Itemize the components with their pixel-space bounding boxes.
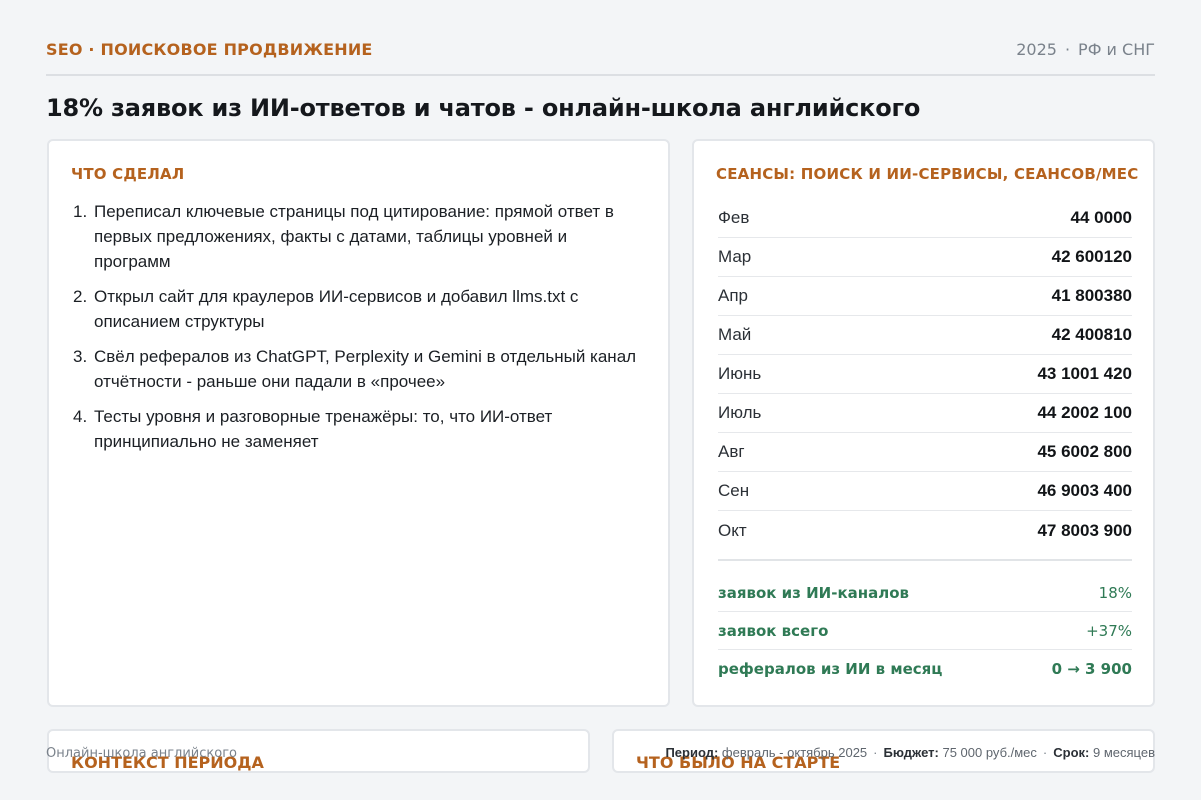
category-kicker: SEO · ПОИСКОВОЕ ПРОДВИЖЕНИЕ <box>46 40 373 59</box>
budget-label: Бюджет: <box>883 745 939 760</box>
kpi-value: +37% <box>1086 621 1132 640</box>
term-label: Срок: <box>1053 745 1090 760</box>
sessions-value: 42 600120 <box>1051 247 1132 266</box>
kpi-row: рефералов из ИИ в месяц 0 → 3 900 <box>718 650 1132 688</box>
step-text: Открыл сайт для краулеров ИИ-сервисов и … <box>94 287 579 331</box>
sessions-value: 42 400810 <box>1051 325 1132 344</box>
sessions-card-title: СЕАНСЫ: ПОИСК И ИИ-СЕРВИСЫ, СЕАНСОВ/МЕС <box>716 165 1139 183</box>
actions-card: ЧТО СДЕЛАЛ 1. Переписал ключевые страницы… <box>47 139 670 707</box>
sessions-value: 46 9003 400 <box>1037 481 1132 500</box>
step-number: 4. <box>73 407 88 426</box>
period-label: Период: <box>665 745 719 760</box>
table-row: Апр 41 800380 <box>718 277 1132 316</box>
period-value: февраль - октябрь 2025 <box>721 745 868 760</box>
table-row: Июнь 43 1001 420 <box>718 355 1132 394</box>
budget-value: 75 000 руб./мес <box>942 745 1037 760</box>
month-label: Фев <box>718 208 750 227</box>
step-number: 3. <box>73 347 88 366</box>
month-label: Сен <box>718 481 750 500</box>
term-value: 9 месяцев <box>1093 745 1155 760</box>
sessions-value: 44 0000 <box>1070 208 1132 227</box>
month-label: Июль <box>718 403 762 422</box>
month-label: Авг <box>718 442 745 461</box>
table-row: Май 42 400810 <box>718 316 1132 355</box>
kpi-divider <box>718 559 1132 561</box>
month-label: Окт <box>718 520 747 540</box>
meta-separator: · <box>1042 745 1048 760</box>
step-text: Свёл рефералов из ChatGPT, Perplexity и … <box>94 347 637 391</box>
month-label: Июнь <box>718 364 762 383</box>
kpi-row: заявок всего +37% <box>718 612 1132 650</box>
sessions-value: 41 800380 <box>1051 286 1132 305</box>
list-item: 4. Тесты уровня и разговорные тренажёры: … <box>73 404 643 454</box>
table-row: Авг 45 6002 800 <box>718 433 1132 472</box>
kpi-list: заявок из ИИ-каналов 18% заявок всего +37%… <box>718 574 1132 688</box>
kpi-value: 0 → 3 900 <box>1051 660 1132 678</box>
step-text: Переписал ключевые страницы под цитирова… <box>94 202 614 271</box>
kpi-value: 18% <box>1098 583 1132 602</box>
kpi-label: рефералов из ИИ в месяц <box>718 660 943 678</box>
list-item: 3. Свёл рефералов из ChatGPT, Perplexity … <box>73 344 643 394</box>
client-label: Онлайн-школа английского <box>46 746 237 761</box>
header-meta: 2025 · РФ и СНГ <box>1016 40 1155 59</box>
sessions-card: СЕАНСЫ: ПОИСК И ИИ-СЕРВИСЫ, СЕАНСОВ/МЕС … <box>692 139 1155 707</box>
actions-list: 1. Переписал ключевые страницы под цитиро… <box>73 199 643 464</box>
step-number: 2. <box>73 287 88 306</box>
sessions-value: 44 2002 100 <box>1037 403 1132 422</box>
table-row: Окт 47 8003 900 <box>718 511 1132 550</box>
page-header: SEO · ПОИСКОВОЕ ПРОДВИЖЕНИЕ 2025 · РФ и СН… <box>46 40 1155 76</box>
meta-separator: · <box>1064 40 1071 59</box>
table-row: Сен 46 9003 400 <box>718 472 1132 511</box>
kpi-label: заявок из ИИ-каналов <box>718 583 910 602</box>
sessions-value: 45 6002 800 <box>1037 442 1132 461</box>
sessions-value: 47 8003 900 <box>1037 520 1132 540</box>
month-label: Май <box>718 325 752 344</box>
project-meta: Период: февраль - октябрь 2025 · Бюджет: 7… <box>665 745 1155 760</box>
year-label: 2025 <box>1016 40 1057 59</box>
list-item: 2. Открыл сайт для краулеров ИИ-сервисов … <box>73 284 643 334</box>
step-text: Тесты уровня и разговорные тренажёры: то… <box>94 407 553 451</box>
table-row: Июль 44 2002 100 <box>718 394 1132 433</box>
month-label: Мар <box>718 247 752 266</box>
kpi-row: заявок из ИИ-каналов 18% <box>718 574 1132 612</box>
actions-card-title: ЧТО СДЕЛАЛ <box>71 165 185 183</box>
table-row: Фев 44 0000 <box>718 199 1132 238</box>
kpi-label: заявок всего <box>718 621 829 640</box>
step-number: 1. <box>73 202 88 221</box>
list-item: 1. Переписал ключевые страницы под цитиро… <box>73 199 643 274</box>
meta-separator: · <box>873 745 878 760</box>
table-row: Мар 42 600120 <box>718 238 1132 277</box>
sessions-value: 43 1001 420 <box>1037 364 1132 383</box>
sessions-table: Фев 44 0000 Мар 42 600120 Апр 41 800380 Май… <box>718 199 1132 550</box>
region-label: РФ и СНГ <box>1078 40 1155 59</box>
month-label: Апр <box>718 286 748 305</box>
page-title: 18% заявок из ИИ-ответов и чатов - онлай… <box>46 94 921 122</box>
